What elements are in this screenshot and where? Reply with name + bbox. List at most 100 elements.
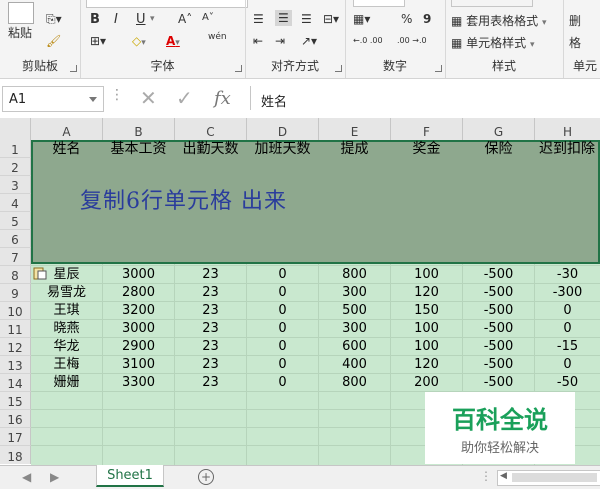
cell-attendance[interactable]: 23 (175, 284, 246, 302)
font-launcher-icon[interactable] (235, 65, 242, 72)
row-header-8[interactable]: 8 (0, 266, 31, 284)
row-header-16[interactable]: 16 (0, 410, 31, 428)
font-color-icon[interactable]: A▾ (166, 34, 180, 48)
row-header-14[interactable]: 14 (0, 374, 31, 392)
decrease-decimal-button[interactable]: .00 →.0 (397, 36, 427, 45)
number-launcher-icon[interactable] (435, 65, 442, 72)
cell-insurance[interactable]: -500 (463, 374, 534, 392)
header-cell-late-deduction[interactable]: 迟到扣除 (535, 140, 600, 158)
cell-insurance[interactable]: -500 (463, 284, 534, 302)
row-header-3[interactable]: 3 (0, 176, 31, 194)
cell-overtime[interactable]: 0 (247, 266, 318, 284)
name-box-dropdown-icon[interactable] (89, 97, 97, 102)
number-format-box-edge[interactable] (353, 0, 405, 7)
horizontal-scrollbar[interactable]: ◀ (497, 470, 600, 486)
cell-name[interactable]: 姗姗 (31, 374, 102, 392)
column-header-c[interactable]: C (175, 118, 247, 141)
header-cell-attendance[interactable]: 出勤天数 (175, 140, 246, 158)
prev-sheet-icon[interactable]: ◀ (22, 470, 31, 484)
cell-overtime[interactable]: 0 (247, 320, 318, 338)
grow-font-button[interactable]: A˄ (178, 12, 192, 26)
cell-commission[interactable]: 300 (319, 284, 390, 302)
column-header-d[interactable]: D (247, 118, 319, 141)
cell-name[interactable]: 易雪龙 (31, 284, 102, 302)
column-header-h[interactable]: H (535, 118, 600, 141)
next-sheet-icon[interactable]: ▶ (50, 470, 59, 484)
cell-insurance[interactable]: -500 (463, 338, 534, 356)
row-header-15[interactable]: 15 (0, 392, 31, 410)
cell-bonus[interactable]: 100 (391, 338, 462, 356)
cell-base-salary[interactable]: 3000 (103, 266, 174, 284)
cell-insurance[interactable]: -500 (463, 320, 534, 338)
cell-overtime[interactable]: 0 (247, 356, 318, 374)
increase-decimal-button[interactable]: ←.0 .00 (353, 36, 383, 45)
italic-button[interactable]: I (114, 12, 118, 27)
underline-dropdown-icon[interactable]: ▾ (150, 14, 155, 24)
cell-base-salary[interactable]: 3000 (103, 320, 174, 338)
cell-overtime[interactable]: 0 (247, 302, 318, 320)
cell-name[interactable]: 王琪 (31, 302, 102, 320)
cell-attendance[interactable]: 23 (175, 266, 246, 284)
cell-overtime[interactable]: 0 (247, 284, 318, 302)
cell-late-deduction[interactable]: -30 (535, 266, 600, 284)
row-header-2[interactable]: 2 (0, 158, 31, 176)
more-options-icon[interactable]: ⋮ (110, 87, 124, 103)
cell-base-salary[interactable]: 2900 (103, 338, 174, 356)
phonetic-guide-button[interactable]: wén (208, 32, 227, 42)
alignment-launcher-icon[interactable] (335, 65, 342, 72)
cell-late-deduction[interactable]: 0 (535, 302, 600, 320)
cell-late-deduction[interactable]: -50 (535, 374, 600, 392)
cell-base-salary[interactable]: 3200 (103, 302, 174, 320)
paste-button[interactable]: 粘贴 (8, 24, 32, 41)
cell-insurance[interactable]: -500 (463, 266, 534, 284)
format-as-table-button[interactable]: ▦ 套用表格格式 ▾ (451, 12, 547, 29)
cell-name[interactable]: 晓燕 (31, 320, 102, 338)
shrink-font-button[interactable]: A˅ (202, 12, 214, 23)
bold-button[interactable]: B (90, 12, 100, 27)
cell-commission[interactable]: 300 (319, 320, 390, 338)
cell-attendance[interactable]: 23 (175, 374, 246, 392)
column-header-f[interactable]: F (391, 118, 463, 141)
align-right-icon[interactable]: ☰ (301, 12, 312, 26)
header-cell-insurance[interactable]: 保险 (463, 140, 534, 158)
row-header-7[interactable]: 7 (0, 248, 31, 266)
row-header-18[interactable]: 18 (0, 446, 31, 464)
formula-input[interactable]: 姓名 (250, 86, 600, 110)
cell-name[interactable]: 王梅 (31, 356, 102, 374)
row-header-6[interactable]: 6 (0, 230, 31, 248)
row-header-17[interactable]: 17 (0, 428, 31, 446)
cell-commission[interactable]: 800 (319, 374, 390, 392)
cell-attendance[interactable]: 23 (175, 302, 246, 320)
cell-bonus[interactable]: 100 (391, 266, 462, 284)
cell-bonus[interactable]: 120 (391, 356, 462, 374)
column-header-g[interactable]: G (463, 118, 535, 141)
header-cell-base-salary[interactable]: 基本工资 (103, 140, 174, 158)
sheet-tab-sheet1[interactable]: Sheet1 (96, 465, 164, 487)
header-cell-commission[interactable]: 提成 (319, 140, 390, 158)
cell-bonus[interactable]: 100 (391, 320, 462, 338)
cell-base-salary[interactable]: 2800 (103, 284, 174, 302)
cell-bonus[interactable]: 200 (391, 374, 462, 392)
increase-indent-icon[interactable]: ⇥ (275, 34, 285, 48)
row-header-11[interactable]: 11 (0, 320, 31, 338)
cell-attendance[interactable]: 23 (175, 320, 246, 338)
conditional-format-edge[interactable] (451, 0, 533, 7)
cancel-icon[interactable]: ✕ (140, 86, 157, 110)
cell-attendance[interactable]: 23 (175, 338, 246, 356)
merge-center-icon[interactable]: ⊟▾ (323, 12, 339, 26)
decrease-indent-icon[interactable]: ⇤ (253, 34, 263, 48)
insert-function-icon[interactable]: fx (214, 88, 231, 109)
delete-cells-button[interactable]: 删 (569, 12, 581, 29)
orientation-icon[interactable]: ↗▾ (301, 34, 317, 48)
format-painter-icon[interactable]: 🖌 (46, 34, 61, 48)
cell-late-deduction[interactable]: 0 (535, 320, 600, 338)
percent-button[interactable]: % (401, 12, 412, 26)
row-header-1[interactable]: 1 (0, 140, 31, 158)
cell-styles-button[interactable]: ▦ 单元格样式 ▾ (451, 34, 535, 51)
cell-commission[interactable]: 400 (319, 356, 390, 374)
enter-icon[interactable]: ✓ (176, 86, 193, 110)
cell-commission[interactable]: 800 (319, 266, 390, 284)
column-header-b[interactable]: B (103, 118, 175, 141)
cell-late-deduction[interactable]: 0 (535, 356, 600, 374)
column-header-e[interactable]: E (319, 118, 391, 141)
